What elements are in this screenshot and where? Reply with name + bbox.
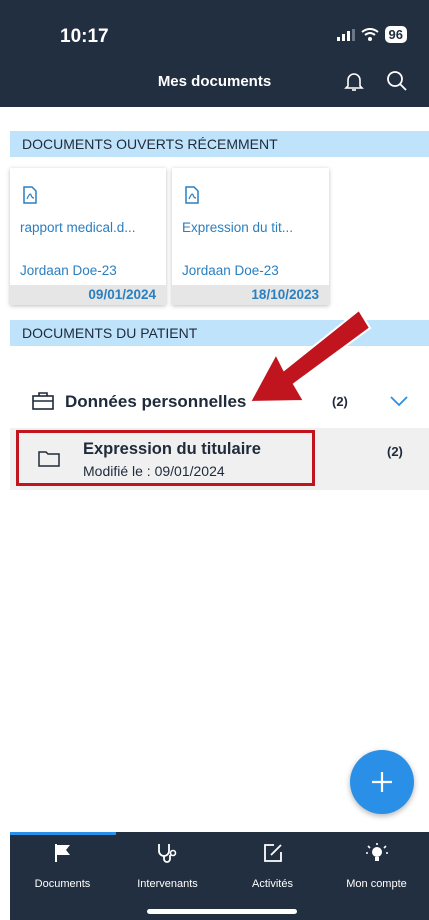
- pdf-icon: [185, 186, 199, 204]
- plus-icon: [372, 772, 392, 792]
- pdf-icon: [23, 186, 37, 204]
- briefcase-icon: [32, 392, 54, 410]
- document-name: Expression du tit...: [182, 220, 294, 235]
- document-date: 18/10/2023: [172, 285, 329, 305]
- search-icon[interactable]: [386, 70, 408, 92]
- wifi-icon: [360, 28, 379, 41]
- nav-intervenants[interactable]: Intervenants: [115, 842, 220, 890]
- status-time: 10:17: [60, 26, 109, 47]
- edit-icon: [263, 844, 282, 862]
- chevron-down-icon[interactable]: [390, 395, 408, 407]
- signal-icon: [336, 28, 355, 41]
- status-icons: 96: [336, 26, 407, 43]
- recent-document-card[interactable]: Expression du tit... Jordaan Doe-23 18/1…: [172, 168, 329, 305]
- add-document-button[interactable]: [350, 750, 414, 814]
- document-name: rapport medical.d...: [20, 220, 136, 235]
- highlight-box: [16, 430, 315, 486]
- recent-documents-header: DOCUMENTS OUVERTS RÉCEMMENT: [10, 131, 429, 157]
- nav-label: Mon compte: [346, 878, 407, 890]
- stethoscope-icon: [157, 844, 176, 863]
- nav-activites[interactable]: Activités: [220, 842, 325, 890]
- app-header: 10:17 96 Mes documents: [0, 0, 429, 107]
- active-tab-indicator: [10, 832, 116, 835]
- battery-indicator: 96: [384, 26, 407, 43]
- document-owner: Jordaan Doe-23: [182, 263, 279, 278]
- bottom-navigation: Documents Intervenants Activités Mon com…: [10, 832, 429, 920]
- home-indicator: [147, 909, 297, 914]
- recent-documents-list: rapport medical.d... Jordaan Doe-23 09/0…: [10, 168, 329, 306]
- document-owner: Jordaan Doe-23: [20, 263, 117, 278]
- nav-documents[interactable]: Documents: [10, 842, 115, 890]
- annotation-arrow-icon: [248, 308, 372, 404]
- flag-icon: [54, 844, 70, 862]
- nav-label: Activités: [252, 878, 293, 890]
- nav-mon-compte[interactable]: Mon compte: [324, 842, 429, 890]
- document-date: 09/01/2024: [10, 285, 166, 305]
- document-count: (2): [387, 444, 403, 459]
- nav-label: Intervenants: [137, 878, 198, 890]
- bell-icon[interactable]: [343, 70, 365, 92]
- folder-label: Données personnelles: [65, 392, 247, 411]
- recent-document-card[interactable]: rapport medical.d... Jordaan Doe-23 09/0…: [10, 168, 166, 305]
- nav-label: Documents: [34, 878, 91, 890]
- lightbulb-icon: [365, 843, 388, 861]
